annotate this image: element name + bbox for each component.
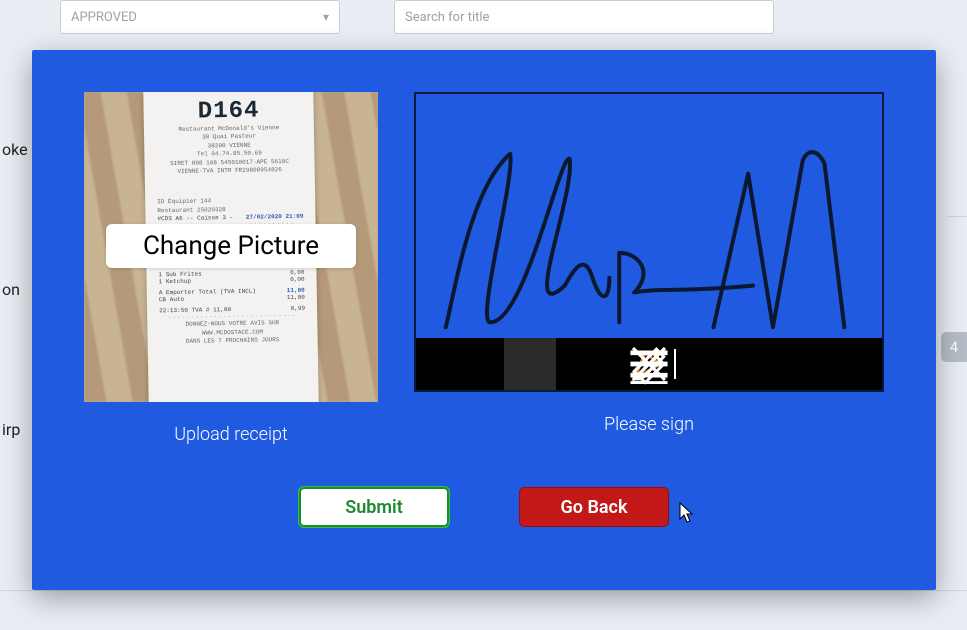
sign-caption: Please sign: [414, 414, 884, 435]
bg-divider: [0, 590, 967, 591]
chevron-down-icon: ▾: [323, 10, 329, 24]
status-filter-select[interactable]: APPROVED ▾: [60, 0, 340, 34]
receipt-image: D164 Restaurant McDonald's Vienne 30 Qua…: [84, 92, 378, 402]
count-badge: 4: [941, 332, 967, 362]
go-back-button[interactable]: Go Back: [519, 487, 669, 527]
upload-caption: Upload receipt: [84, 424, 378, 445]
mouse-cursor-icon: [677, 501, 697, 525]
bg-divider: [947, 216, 967, 217]
signature-pad[interactable]: [414, 92, 884, 392]
edit-signature-button[interactable]: [742, 338, 794, 390]
search-title-input[interactable]: Search for title: [394, 0, 774, 34]
signature-panel: Please sign: [414, 92, 884, 445]
search-placeholder: Search for title: [405, 10, 489, 25]
upload-receipt-panel: D164 Restaurant McDonald's Vienne 30 Qua…: [84, 92, 378, 445]
signature-toolbar: [416, 338, 882, 390]
submit-button[interactable]: Submit: [299, 487, 449, 527]
modal-actions: Submit Go Back: [84, 487, 884, 527]
change-picture-button[interactable]: Change Picture: [106, 224, 356, 268]
receipt-signature-modal: D164 Restaurant McDonald's Vienne 30 Qua…: [32, 50, 936, 590]
pencil-edit-icon: [416, 338, 882, 390]
status-filter-value: APPROVED: [71, 10, 137, 25]
